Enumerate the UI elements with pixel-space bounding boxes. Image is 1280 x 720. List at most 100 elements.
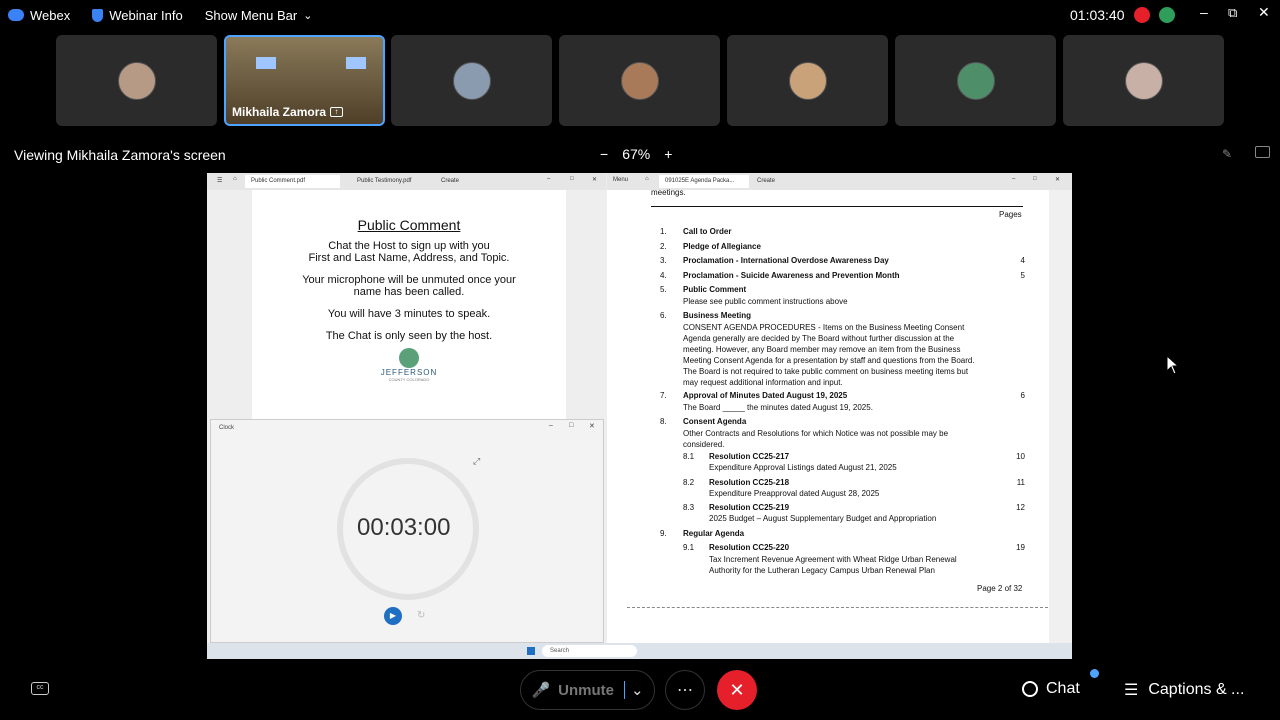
reset-icon[interactable]: ↻ [417,610,425,621]
participant-tile[interactable] [1063,35,1224,126]
captions-button[interactable]: ☰ Captions & ... [1124,680,1244,700]
participant-tile[interactable] [895,35,1056,126]
agenda-subitem-description: Expenditure Preapproval dated August 28,… [709,489,880,498]
agenda-subitem-page: 10 [1016,452,1025,461]
participant-tile[interactable] [56,35,217,126]
chat-icon [1022,681,1038,697]
instruction-line: The Chat is only seen by the host. [325,330,493,342]
agenda-subitem-number: 8.1 [683,452,695,461]
agenda-subitem-number: 8.2 [683,478,695,487]
agenda-item-page: 6 [1020,391,1025,400]
timer-display: 00:03:00 [357,514,451,541]
webex-menu[interactable]: Webex [8,8,70,23]
agenda-item-description: CONSENT AGENDA PROCEDURES - Items on the… [683,323,975,387]
agenda-subitem-title: Resolution CC25-218 [709,478,790,487]
pdf-scrollbar[interactable] [1049,190,1072,644]
play-icon[interactable]: ▶ [384,607,402,625]
video-screen-shape [346,57,366,69]
participant-tile[interactable] [559,35,720,126]
unmute-button[interactable]: 🎤 Unmute ⌄ [520,670,655,710]
agenda-subitem-page: 19 [1016,543,1025,552]
tab-create[interactable]: Create [441,178,459,184]
agenda-item-title: Proclamation - Suicide Awareness and Pre… [683,271,900,280]
webinar-info-label: Webinar Info [109,7,183,23]
microphone-muted-icon: 🎤 [531,682,551,699]
chat-label: Chat [1046,680,1080,697]
agenda-item-title: Consent Agenda [683,417,747,426]
viewing-label: Viewing Mikhaila Zamora's screen [14,147,226,163]
restore-icon[interactable]: □ [570,176,574,182]
menu-button[interactable]: Menu [613,177,628,183]
audio-indicator-icon[interactable] [1159,7,1175,23]
expand-icon[interactable]: ⤢ [473,456,480,467]
windows-start-icon[interactable] [527,647,535,655]
avatar [620,61,659,100]
taskbar-search[interactable]: Search [542,645,637,657]
minimize-icon[interactable]: – [1200,4,1208,20]
chevron-down-icon[interactable]: ⌄ [623,681,644,699]
home-icon[interactable]: ⌂ [233,176,237,182]
agenda-item-title: Call to Order [683,227,732,236]
agenda-item-number: 4. [660,271,667,280]
page-footer: Page 2 of 32 [977,584,1023,593]
tab-agenda-packet[interactable]: 091025E Agenda Packa... [659,175,749,188]
participant-tile[interactable] [727,35,888,126]
participant-name-label: Mikhaila Zamora ↑ [232,105,344,119]
participant-tile-sharing[interactable]: Mikhaila Zamora ↑ [224,35,385,126]
tab-public-testimony[interactable]: Public Testimony.pdf [357,178,411,184]
zoom-controls: − 67% + [600,146,672,162]
tab-public-comment[interactable]: Public Comment.pdf [245,175,340,188]
record-icon[interactable] [1134,7,1150,23]
unmute-label: Unmute [558,681,614,699]
pop-out-icon[interactable] [1255,146,1270,158]
chat-button[interactable]: Chat [1022,680,1080,698]
divider [651,206,1023,207]
avatar [788,61,827,100]
annotate-icon[interactable]: ✎ [1222,147,1232,161]
clock-window-title: Clock [219,425,235,431]
menu-icon[interactable]: ☰ [217,177,222,184]
instruction-line: Chat the Host to sign up with you [328,240,490,252]
agenda-item-title: Business Meeting [683,311,752,320]
restore-icon[interactable]: □ [569,422,573,429]
agenda-item-description: Other Contracts and Resolutions for whic… [683,429,949,449]
close-icon[interactable]: ✕ [1258,4,1270,21]
close-icon[interactable]: ✕ [589,422,595,430]
zoom-out-button[interactable]: − [600,146,608,162]
more-options-button[interactable]: ⋯ [665,670,705,710]
left-browser-tabbar: ☰ ⌂ Public Comment.pdf Public Testimony.… [207,173,606,190]
captions-label: Captions & ... [1148,681,1245,698]
participant-tile[interactable] [391,35,552,126]
webinar-info-button[interactable]: Webinar Info [92,7,183,23]
avatar [1124,61,1163,100]
captions-toggle-icon[interactable]: cc [31,682,49,695]
agenda-item-number: 6. [660,311,667,320]
minimize-icon[interactable]: – [549,422,553,429]
share-screen-icon: ↑ [330,107,344,117]
agenda-top-text: meetings. [651,188,686,197]
agenda-subitem-description: Expenditure Approval Listings dated Augu… [709,463,897,472]
avatar [117,61,156,100]
close-icon[interactable]: ✕ [1055,176,1060,183]
mouse-cursor-icon [1166,355,1180,375]
minimize-icon[interactable]: – [1012,176,1015,182]
zoom-level: 67% [622,146,651,162]
tab-create[interactable]: Create [757,178,775,184]
list-icon: ☰ [1124,682,1139,699]
agenda-subitem-number: 9.1 [683,543,695,552]
clock-window: Clock – □ ✕ 00:03:00 ⤢ ▶ ↻ [210,419,604,643]
restore-icon[interactable]: □ [1033,176,1037,182]
show-menu-bar-button[interactable]: Show Menu Bar ⌄ [205,8,313,23]
restore-icon[interactable]: ⧉ [1228,5,1237,21]
close-icon[interactable]: ✕ [592,176,597,183]
agenda-item-title: Public Comment [683,285,747,294]
agenda-item-title: Pledge of Allegiance [683,242,761,251]
agenda-item-description: The Board _____ the minutes dated August… [683,403,873,412]
avatar [956,61,995,100]
agenda-item-number: 3. [660,256,667,265]
zoom-in-button[interactable]: + [664,146,672,162]
home-icon[interactable]: ⌂ [645,176,649,182]
video-screen-shape [256,57,276,69]
minimize-icon[interactable]: – [547,176,550,182]
leave-meeting-button[interactable]: ✕ [717,670,757,710]
